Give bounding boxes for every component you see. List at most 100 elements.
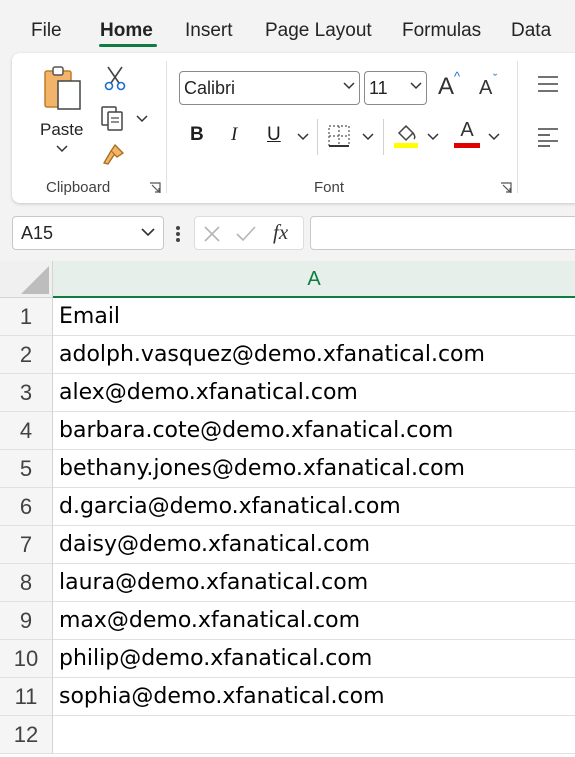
more-options-icon[interactable] [175, 224, 181, 244]
cut-button[interactable] [104, 65, 126, 91]
font-size-value: 11 [369, 78, 388, 98]
tab-home[interactable]: Home [100, 20, 153, 42]
fill-color-button[interactable] [393, 121, 419, 149]
chevron-down-icon[interactable] [136, 115, 148, 123]
row-header[interactable]: 7 [0, 526, 53, 564]
table-row: 9 max@demo.xfanatical.com [0, 602, 575, 640]
separator [317, 119, 318, 155]
name-box[interactable]: A15 [12, 216, 164, 250]
chevron-down-icon[interactable] [297, 133, 309, 141]
font-name-value: Calibri [184, 78, 236, 98]
separator [383, 119, 384, 155]
formula-bar: A15 fx [0, 214, 575, 252]
dialog-launcher-icon[interactable] [500, 182, 512, 194]
cell-a7[interactable]: daisy@demo.xfanatical.com [53, 526, 575, 564]
align-top-button[interactable] [536, 75, 560, 93]
cell-a12[interactable] [53, 716, 575, 754]
tab-formulas[interactable]: Formulas [402, 20, 481, 42]
row-header[interactable]: 2 [0, 336, 53, 374]
font-size-select[interactable]: 11 [364, 71, 427, 105]
name-box-value: A15 [21, 223, 54, 243]
dialog-launcher-icon[interactable] [149, 182, 161, 194]
active-tab-indicator [99, 44, 157, 47]
cell-a8[interactable]: laura@demo.xfanatical.com [53, 564, 575, 602]
cell-a4[interactable]: barbara.cote@demo.xfanatical.com [53, 412, 575, 450]
select-all-button[interactable] [0, 261, 53, 298]
table-row: 3 alex@demo.xfanatical.com [0, 374, 575, 412]
cell-a3[interactable]: alex@demo.xfanatical.com [53, 374, 575, 412]
italic-button[interactable]: I [231, 124, 237, 146]
borders-button[interactable] [328, 125, 350, 147]
row-header[interactable]: 3 [0, 374, 53, 412]
align-left-button[interactable] [536, 127, 560, 147]
paste-label: Paste [40, 120, 84, 139]
scissors-icon [104, 66, 126, 91]
increase-font-size-button[interactable]: A ^ [438, 69, 460, 101]
bold-button[interactable]: B [190, 124, 204, 146]
row-header[interactable]: 1 [0, 298, 53, 336]
increase-font-icon: A [438, 73, 455, 100]
fill-color-icon [394, 124, 418, 148]
copy-icon [101, 106, 123, 131]
cell-a10[interactable]: philip@demo.xfanatical.com [53, 640, 575, 678]
row-header[interactable]: 9 [0, 602, 53, 640]
row-header[interactable]: 6 [0, 488, 53, 526]
tab-file[interactable]: File [31, 20, 62, 42]
cell-a9[interactable]: max@demo.xfanatical.com [53, 602, 575, 640]
cell-a6[interactable]: d.garcia@demo.xfanatical.com [53, 488, 575, 526]
table-row: 7 daisy@demo.xfanatical.com [0, 526, 575, 564]
ribbon: Paste Clipboard Calibri 11 A ^ A ˇ B I U… [12, 53, 575, 203]
decrease-font-icon: A [479, 77, 493, 99]
font-group-label: Font [314, 179, 345, 196]
chevron-down-icon[interactable] [362, 133, 374, 141]
paste-icon [44, 66, 81, 110]
underline-button[interactable]: U [267, 124, 281, 146]
row-header[interactable]: 12 [0, 716, 53, 754]
cell-a11[interactable]: sophia@demo.xfanatical.com [53, 678, 575, 716]
chevron-down-icon [141, 228, 155, 237]
chevron-down-icon [410, 82, 422, 90]
cell-a2[interactable]: adolph.vasquez@demo.xfanatical.com [53, 336, 575, 374]
tab-data[interactable]: Data [511, 20, 551, 42]
table-row: 2 adolph.vasquez@demo.xfanatical.com [0, 336, 575, 374]
column-header-a[interactable]: A [53, 261, 575, 298]
chevron-down-icon[interactable] [488, 133, 500, 141]
table-row: 5 bethany.jones@demo.xfanatical.com [0, 450, 575, 488]
insert-function-icon[interactable]: fx [273, 220, 288, 245]
font-color-icon: A [460, 119, 474, 141]
enter-checkmark-icon[interactable] [235, 225, 257, 243]
table-row: 10 philip@demo.xfanatical.com [0, 640, 575, 678]
tab-page-layout[interactable]: Page Layout [265, 20, 372, 42]
clipboard-group-label: Clipboard [46, 179, 111, 196]
row-header[interactable]: 10 [0, 640, 53, 678]
row-header[interactable]: 4 [0, 412, 53, 450]
row-header[interactable]: 5 [0, 450, 53, 488]
cancel-icon[interactable] [203, 225, 221, 243]
cell-a5[interactable]: bethany.jones@demo.xfanatical.com [53, 450, 575, 488]
chevron-down-icon[interactable] [427, 133, 439, 141]
font-color-swatch [454, 143, 480, 148]
copy-button[interactable] [100, 105, 126, 131]
formula-actions: fx [194, 216, 304, 250]
cell-a1[interactable]: Email [53, 298, 575, 336]
font-name-select[interactable]: Calibri [179, 71, 360, 105]
table-row: 1 Email [0, 298, 575, 336]
row-header[interactable]: 8 [0, 564, 53, 602]
select-all-triangle [21, 266, 49, 294]
chevron-down-icon[interactable] [56, 145, 68, 153]
align-left-icon [538, 128, 558, 147]
tab-insert[interactable]: Insert [185, 20, 233, 42]
decrease-font-size-button[interactable]: Aˇ [479, 71, 497, 100]
table-row: 12 [0, 716, 575, 754]
format-painter-button[interactable] [101, 141, 127, 167]
format-painter-icon [103, 143, 125, 165]
formula-input[interactable] [310, 216, 575, 250]
group-separator [166, 61, 167, 193]
align-lines-icon [538, 76, 558, 92]
row-header[interactable]: 11 [0, 678, 53, 716]
borders-icon [328, 125, 350, 147]
font-color-button[interactable]: A [454, 119, 480, 149]
chevron-down-icon [343, 82, 355, 90]
table-row: 11 sophia@demo.xfanatical.com [0, 678, 575, 716]
table-row: 8 laura@demo.xfanatical.com [0, 564, 575, 602]
